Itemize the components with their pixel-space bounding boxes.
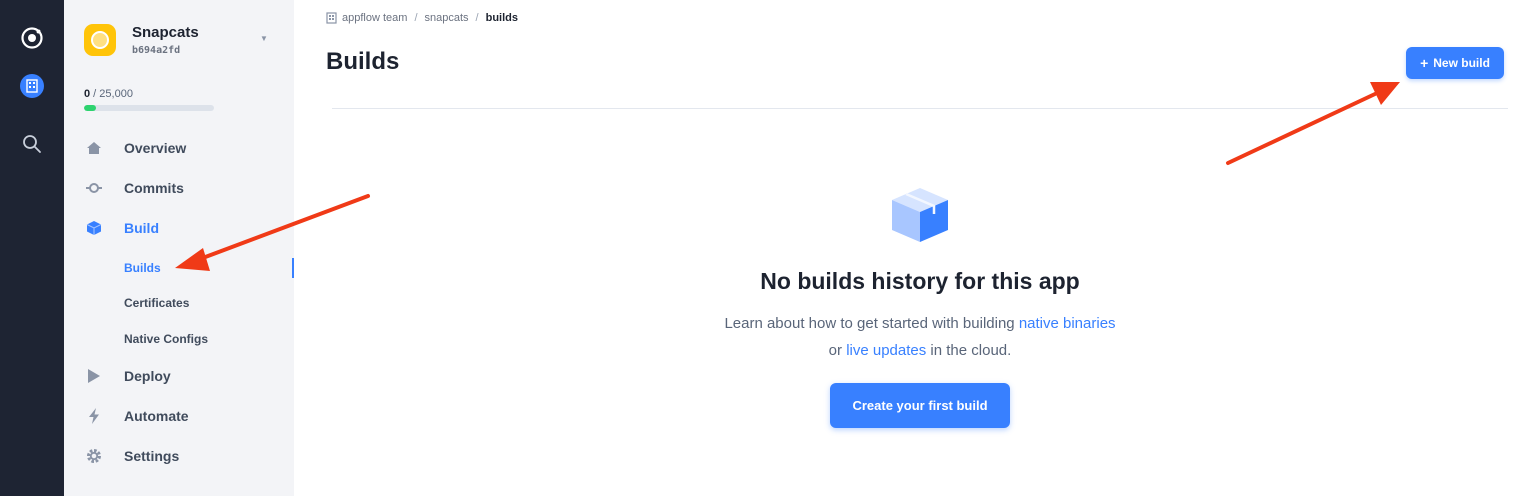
app-id: b694a2fd (132, 45, 181, 56)
native-binaries-link[interactable]: native binaries (1019, 315, 1116, 332)
organization-icon[interactable] (20, 74, 44, 98)
app-sidebar: Snapcats b694a2fd ▼ 0 / 25,000 Overview … (64, 0, 294, 496)
breadcrumb-separator: / (475, 12, 479, 24)
box-icon (892, 188, 948, 242)
nav-label-commits: Commits (124, 180, 184, 196)
bolt-icon (86, 408, 102, 424)
nav-item-build[interactable]: Build (64, 213, 294, 243)
page-title: Builds (326, 48, 400, 75)
breadcrumb-separator: / (414, 12, 418, 24)
nav-label-build: Build (124, 220, 159, 236)
breadcrumb: appflow team / snapcats / builds (326, 12, 518, 24)
empty-desc-text-2: or (828, 342, 847, 359)
nav-item-automate[interactable]: Automate (64, 401, 294, 431)
new-build-label: New build (1433, 56, 1490, 70)
chevron-down-icon[interactable]: ▼ (260, 34, 270, 44)
annotation-arrow-new-build (1226, 82, 1400, 165)
building-icon (326, 12, 337, 24)
header-divider (332, 108, 1508, 109)
home-icon (86, 140, 102, 156)
nav-item-overview[interactable]: Overview (64, 133, 294, 163)
live-updates-link[interactable]: live updates (846, 342, 926, 359)
breadcrumb-app[interactable]: snapcats (425, 12, 469, 24)
search-icon[interactable] (22, 134, 42, 154)
gear-icon (86, 448, 102, 464)
empty-desc-text-3: in the cloud. (926, 342, 1012, 359)
empty-state-description: Learn about how to get started with buil… (720, 310, 1120, 364)
create-first-build-button[interactable]: Create your first build (830, 383, 1010, 428)
active-indicator (292, 258, 294, 278)
plus-icon: + (1420, 55, 1429, 71)
breadcrumb-team[interactable]: appflow team (342, 12, 407, 24)
usage-count: 0 / 25,000 (84, 88, 133, 100)
nav-label-overview: Overview (124, 140, 187, 156)
nav-subitem-native-configs[interactable]: Native Configs (124, 332, 208, 346)
app-name[interactable]: Snapcats (132, 24, 199, 41)
nav-label-deploy: Deploy (124, 368, 171, 384)
empty-state-title: No builds history for this app (760, 268, 1080, 294)
play-icon (86, 368, 102, 384)
empty-desc-text-1: Learn about how to get started with buil… (724, 315, 1019, 332)
nav-subitem-builds[interactable]: Builds (124, 261, 161, 275)
nav-item-settings[interactable]: Settings (64, 441, 294, 471)
usage-total: / 25,000 (90, 88, 133, 100)
usage-progress-bar (84, 105, 214, 111)
app-logo (84, 24, 116, 56)
nav-subitem-certificates[interactable]: Certificates (124, 296, 189, 310)
nav-item-commits[interactable]: Commits (64, 173, 294, 203)
new-build-button[interactable]: + New build (1406, 47, 1504, 79)
ionic-logo-icon[interactable] (20, 26, 44, 50)
cube-icon (86, 220, 102, 236)
nav-item-deploy[interactable]: Deploy (64, 361, 294, 391)
nav-label-settings: Settings (124, 448, 180, 464)
commit-icon (86, 180, 102, 196)
breadcrumb-current: builds (485, 12, 518, 24)
usage-progress-fill (84, 105, 96, 111)
global-rail (0, 0, 64, 496)
nav-label-automate: Automate (124, 408, 189, 424)
